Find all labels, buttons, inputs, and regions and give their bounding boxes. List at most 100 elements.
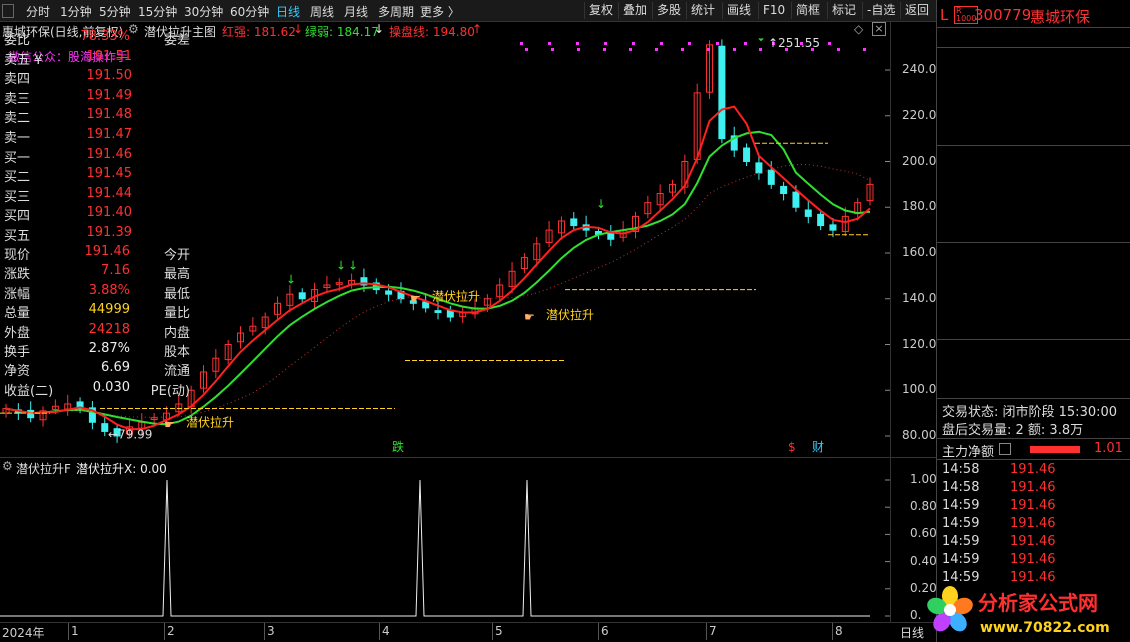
tick-price: 191.46	[1010, 516, 1056, 531]
time-tick-mark	[706, 623, 707, 640]
toolbar-button[interactable]: 多股	[652, 2, 685, 19]
bid-row[interactable]: 买三 191.44	[4, 185, 192, 205]
period-tab[interactable]: 月线	[344, 3, 368, 20]
top-marker	[688, 42, 691, 45]
settings-icon[interactable]: ⚙	[2, 459, 13, 473]
bid-label: 买五	[4, 228, 31, 244]
fin-value: 2.87%	[88, 341, 130, 356]
top-marker	[603, 48, 606, 51]
fin-row: 收益(二) 0.030 PE(动)	[4, 379, 192, 399]
toolbar-button[interactable]: 标记	[827, 2, 860, 19]
toolbar-button[interactable]: 画线	[722, 2, 755, 19]
quote-label: 涨幅	[4, 286, 31, 302]
arrow-down-icon: ↓	[336, 259, 346, 273]
toolbar-button[interactable]: F10	[758, 2, 789, 19]
time-tick: 6	[601, 624, 609, 638]
quote-label: 涨跌	[4, 267, 31, 283]
ask-row[interactable]: 卖五 ¥ 191.51	[4, 48, 192, 68]
period-tab[interactable]: 分时	[26, 3, 50, 20]
quote-value: 24218	[88, 321, 130, 337]
quote-row[interactable]: 涨跌 7.16 最高	[4, 262, 192, 283]
close-icon[interactable]: ×	[872, 22, 886, 36]
period-tab[interactable]: 多周期	[378, 3, 414, 20]
top-marker	[548, 42, 551, 45]
bid-row[interactable]: 买五 191.39	[4, 224, 192, 244]
cai-label: 财	[812, 440, 824, 454]
top-marker	[681, 48, 684, 51]
quote-row[interactable]: 外盘 24218 内盘	[4, 321, 192, 341]
time-tick-mark	[379, 623, 380, 640]
tick-price: 191.46	[1010, 498, 1056, 513]
toolbar-button[interactable]: 简框	[791, 2, 824, 19]
quote-row[interactable]: 涨幅 3.88% 最低	[4, 282, 192, 302]
quote-row[interactable]: 总量 44999 量比	[4, 301, 192, 322]
hand-icon: ☛	[164, 417, 175, 431]
period-tab[interactable]: 60分钟	[230, 3, 269, 20]
bid-value: 191.45	[86, 166, 133, 182]
indicator-tick: 0.80	[910, 499, 937, 514]
period-tab[interactable]: 30分钟	[184, 3, 223, 20]
quote-label2: 量比	[163, 306, 190, 322]
period-tab-active[interactable]: 日线	[276, 3, 300, 20]
candle-body	[743, 147, 751, 163]
tick-time: 14:59	[942, 498, 980, 513]
time-tick: 5	[495, 624, 503, 638]
period-tab[interactable]: 1分钟	[60, 3, 92, 20]
arrow-down-icon: ↓	[348, 259, 358, 273]
ask-row[interactable]: 卖一 191.47	[4, 126, 192, 146]
diamond-icon[interactable]: ◇	[854, 22, 863, 36]
candle-body	[570, 218, 578, 227]
bid-label: 买一	[4, 151, 31, 166]
toolbar-button[interactable]: 复权	[584, 2, 617, 19]
indicator-name[interactable]: 潜伏拉升F	[16, 460, 71, 477]
site-logo: 分析家公式网 www.70822.com	[927, 586, 1110, 636]
bid-row[interactable]: 买四 191.40	[4, 204, 192, 224]
quote-row[interactable]: 现价 191.46 今开	[4, 243, 192, 263]
flow-value: 1.01	[1094, 441, 1123, 456]
tick-row: 14:58 191.46	[942, 462, 1127, 480]
back-button[interactable]: 返回	[900, 2, 933, 19]
tick-row: 14:58 191.46	[942, 480, 1127, 498]
period-tab[interactable]: 5分钟	[99, 3, 131, 20]
ask-row[interactable]: 卖二 191.48	[4, 106, 192, 126]
indicator-line	[0, 479, 870, 617]
toolbar-button[interactable]: 叠加	[618, 2, 651, 19]
ask-label: 卖一	[4, 130, 31, 146]
arrow-down-icon: ↓	[596, 197, 606, 211]
candle-body	[817, 213, 825, 227]
arrow-down-icon: ↓	[374, 22, 385, 36]
tick-time: 14:59	[942, 516, 980, 531]
fin-label: 净资	[4, 364, 31, 380]
period-tab[interactable]: 15分钟	[138, 3, 177, 20]
ask-row[interactable]: 卖三 191.49	[4, 87, 192, 107]
top-marker	[604, 42, 607, 45]
bid-value: 191.44	[86, 185, 133, 201]
arrow-down-icon: ↓	[756, 38, 766, 44]
price-tick: 80.00	[902, 428, 937, 442]
toolbar-button[interactable]: 统计	[686, 2, 719, 19]
tick-time: 14:58	[942, 462, 980, 477]
ask-label: 卖五 ¥	[4, 53, 43, 68]
signal-label: 潜伏拉升	[546, 307, 594, 322]
signal-label: 潜伏拉升	[186, 414, 234, 429]
collapse-button[interactable]	[2, 4, 14, 18]
bid-row[interactable]: 买一 191.46	[4, 146, 192, 166]
quote-value: 191.46	[84, 244, 131, 259]
flow-bar	[1030, 446, 1080, 453]
top-marker	[759, 48, 762, 51]
ask-row[interactable]: 卖四 191.50	[4, 67, 192, 88]
list-icon[interactable]	[999, 443, 1011, 455]
toolbar-button[interactable]: -自选	[862, 2, 899, 19]
bid-row[interactable]: 买二 191.45	[4, 165, 192, 185]
quote-label: 现价	[4, 248, 31, 263]
indicator-chart[interactable]	[0, 476, 890, 622]
time-tick-mark	[598, 623, 599, 640]
fin-label2: PE(动)	[150, 383, 190, 399]
period-tab-more[interactable]: 更多 〉	[420, 3, 460, 20]
period-tab[interactable]: 周线	[310, 3, 334, 20]
candle-body	[780, 185, 788, 195]
candle-body	[767, 169, 775, 185]
arrow-up-icon: ↑	[472, 22, 483, 36]
time-tick-mark	[832, 623, 833, 640]
ask-label: 卖四	[4, 72, 31, 88]
